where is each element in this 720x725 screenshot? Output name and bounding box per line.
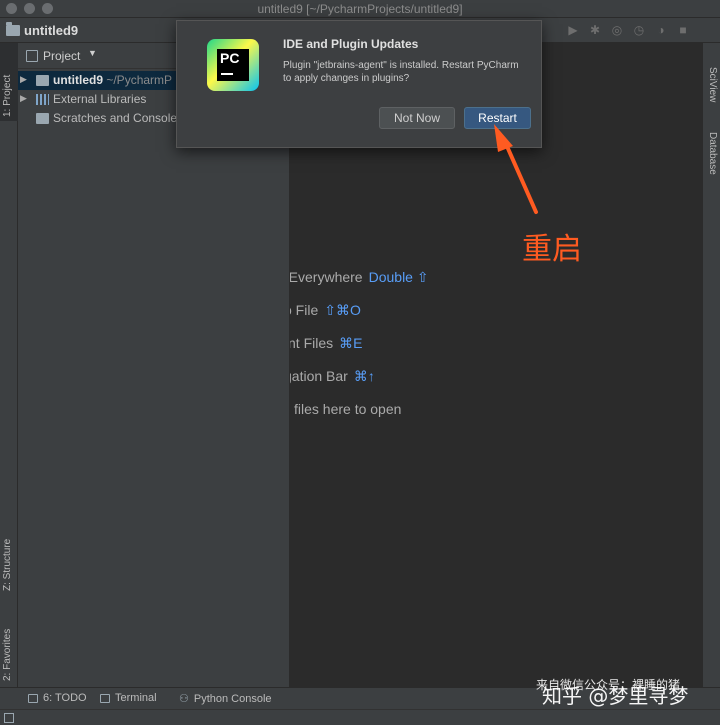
- tree-item-name: External Libraries: [53, 92, 147, 106]
- not-now-button[interactable]: Not Now: [379, 107, 455, 129]
- profile-icon[interactable]: ◷: [632, 23, 646, 37]
- hint-go-to-file: o File ⇧⌘O: [290, 302, 361, 319]
- right-tool-strip: SciView Database: [702, 43, 720, 687]
- tab-database[interactable]: Database: [703, 128, 720, 188]
- terminal-icon: [100, 693, 110, 703]
- stop-icon[interactable]: ■: [676, 23, 690, 37]
- tab-terminal-label: Terminal: [115, 692, 157, 704]
- pycharm-logo-icon: PC: [207, 39, 259, 91]
- toolbar-icons: ▶ ✱ ◎ ◷ ◑ ■: [566, 23, 690, 37]
- tab-sciview[interactable]: SciView: [703, 63, 720, 123]
- tab-project-label: 1: Project: [2, 74, 13, 117]
- annotation-text: 重启: [522, 232, 582, 267]
- window-title-bar: untitled9 [~/PycharmProjects/untitled9]: [0, 0, 720, 18]
- tree-item-label: untitled9 ~/PycharmP: [53, 73, 172, 87]
- library-icon: [36, 94, 49, 105]
- watermark-brand: 知乎 @梦里寻梦: [542, 684, 689, 708]
- hint-search-everywhere: ch Everywhere Double ⇧: [290, 269, 429, 286]
- chevron-down-icon[interactable]: ▼: [88, 48, 97, 58]
- tab-structure[interactable]: Z: Structure: [0, 513, 18, 593]
- hint-text: o File: [290, 302, 319, 318]
- window-title: untitled9 [~/PycharmProjects/untitled9]: [257, 2, 463, 16]
- todo-icon: [28, 693, 38, 703]
- tab-project[interactable]: 1: Project: [0, 43, 18, 121]
- hint-text: files here to open: [294, 401, 402, 417]
- tab-favorites-label: 2: Favorites: [2, 628, 13, 681]
- tab-favorites[interactable]: 2: Favorites: [0, 603, 18, 683]
- tab-python-console[interactable]: ⚇ Python Console: [179, 692, 272, 706]
- hint-shortcut: ⇧⌘O: [324, 302, 361, 318]
- popup-title: IDE and Plugin Updates: [283, 37, 419, 51]
- tree-item-name: untitled9: [53, 73, 103, 87]
- tab-todo-label: 6: TODO: [43, 692, 87, 704]
- python-icon: ⚇: [179, 693, 189, 705]
- hint-text: nt Files: [290, 335, 334, 351]
- logo-underline: [221, 73, 233, 75]
- chevron-right-icon[interactable]: ▶: [20, 74, 27, 85]
- hint-shortcut: ⌘↑: [353, 368, 375, 384]
- tab-todo[interactable]: 6: TODO: [28, 692, 87, 704]
- hint-shortcut: Double ⇧: [368, 269, 429, 285]
- tab-python-console-label: Python Console: [193, 692, 272, 705]
- hint-text: ch Everywhere: [290, 269, 363, 285]
- folder-icon: [36, 75, 49, 86]
- tab-terminal[interactable]: Terminal: [100, 692, 157, 704]
- folder-icon: [6, 22, 20, 36]
- popup-message: Plugin "jetbrains-agent" is installed. R…: [283, 60, 519, 84]
- hint-navigation-bar: gation Bar ⌘↑: [290, 368, 375, 385]
- chevron-right-icon[interactable]: ▶: [20, 93, 27, 104]
- navbar-project-name[interactable]: untitled9: [24, 23, 78, 38]
- left-tool-strip: 1: Project Z: Structure 2: Favorites: [0, 43, 18, 687]
- tree-item-path: ~/PycharmP: [106, 73, 173, 87]
- hint-shortcut: ⌘E: [339, 335, 363, 351]
- hint-recent-files: nt Files ⌘E: [290, 335, 362, 352]
- project-panel-title: Project: [43, 49, 81, 63]
- tab-structure-label: Z: Structure: [2, 538, 13, 591]
- tree-item-name: Scratches and Consoles: [53, 111, 184, 125]
- update-notification-popup: PC IDE and Plugin Updates Plugin "jetbra…: [176, 20, 542, 148]
- run-icon[interactable]: ▶: [566, 23, 580, 37]
- project-view-icon: [26, 50, 38, 62]
- tool-windows-icon[interactable]: [4, 713, 14, 723]
- tab-sciview-label: SciView: [707, 67, 718, 103]
- hint-text: gation Bar: [290, 368, 348, 384]
- tab-database-label: Database: [707, 132, 718, 175]
- restart-button[interactable]: Restart: [464, 107, 531, 129]
- scratches-icon: [36, 113, 49, 124]
- concurrency-icon[interactable]: ◑: [654, 23, 668, 37]
- status-bar: [0, 709, 720, 725]
- hint-drop-files: files here to open: [294, 401, 401, 417]
- debug-icon[interactable]: ✱: [588, 23, 602, 37]
- logo-text: PC: [220, 50, 240, 66]
- coverage-icon[interactable]: ◎: [610, 23, 624, 37]
